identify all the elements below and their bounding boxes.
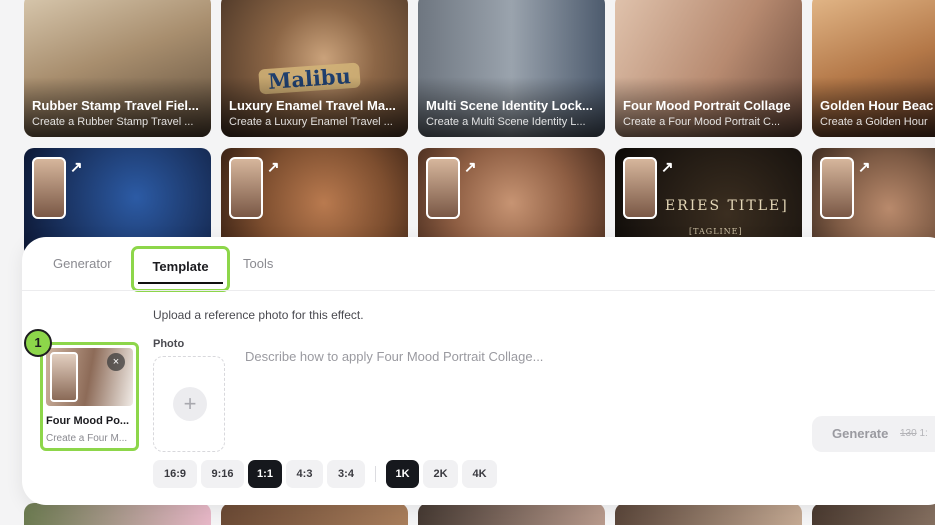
arrow-icon: ↗ <box>267 159 280 176</box>
photo-label: Photo <box>153 338 185 350</box>
resolution-2k-button[interactable]: 2K <box>423 460 458 488</box>
remove-template-button[interactable]: × <box>107 353 125 371</box>
template-card-four-mood[interactable]: Four Mood Portrait Collage Create a Four… <box>615 0 802 137</box>
generator-panel: Generator Template Tools Upload a refere… <box>22 237 935 505</box>
generate-cost: 130 1: <box>900 428 928 439</box>
card-subtitle: Create a Rubber Stamp Travel ... <box>32 116 194 128</box>
template-card[interactable] <box>24 503 211 525</box>
template-card-rubber-stamp[interactable]: Rubber Stamp Travel Fiel... Create a Rub… <box>24 0 211 137</box>
card-title: Golden Hour Beac <box>820 98 934 113</box>
aspect-4-3-button[interactable]: 4:3 <box>286 460 323 488</box>
template-card[interactable] <box>221 503 408 525</box>
template-card[interactable] <box>615 503 802 525</box>
card-subtitle: Create a Four Mood Portrait C... <box>623 116 781 128</box>
reference-thumbnail <box>50 352 78 402</box>
generate-label: Generate <box>832 426 889 441</box>
photo-upload-dropzone[interactable]: + <box>153 356 225 452</box>
plus-icon: + <box>173 387 207 421</box>
aspect-1-1-button[interactable]: 1:1 <box>248 460 282 488</box>
tab-divider <box>22 290 935 291</box>
card-title: Four Mood Portrait Collage <box>623 98 791 113</box>
card-subtitle: Create a Multi Scene Identity L... <box>426 116 586 128</box>
resolution-1k-button[interactable]: 1K <box>386 460 419 488</box>
card-subtitle: Create a Luxury Enamel Travel ... <box>229 116 393 128</box>
arrow-icon: ↗ <box>858 159 871 176</box>
arrow-icon: ↗ <box>661 159 674 176</box>
step-badge: 1 <box>24 329 52 357</box>
tab-tools[interactable]: Tools <box>243 256 273 271</box>
tab-template-label: Template <box>152 259 209 274</box>
arrow-icon: ↗ <box>70 159 83 176</box>
template-card[interactable] <box>812 503 935 525</box>
resolution-4k-button[interactable]: 4K <box>462 460 497 488</box>
template-card-luxury-enamel[interactable]: Malibu Luxury Enamel Travel Ma... Create… <box>221 0 408 137</box>
tab-template[interactable]: Template <box>131 246 230 292</box>
selected-template-card[interactable]: × Four Mood Po... Create a Four M... <box>40 342 139 451</box>
template-card[interactable] <box>418 503 605 525</box>
chip-separator <box>375 466 376 482</box>
reference-thumbnail <box>623 157 657 219</box>
aspect-16-9-button[interactable]: 16:9 <box>153 460 197 488</box>
reference-thumbnail <box>229 157 263 219</box>
upload-hint: Upload a reference photo for this effect… <box>153 308 364 322</box>
template-card-golden-hour[interactable]: Golden Hour Beac Create a Golden Hour <box>812 0 935 137</box>
arrow-icon: ↗ <box>464 159 477 176</box>
active-tab-underline <box>138 282 223 284</box>
template-card-multi-scene[interactable]: Multi Scene Identity Lock... Create a Mu… <box>418 0 605 137</box>
series-title-text: ERIES TITLE] <box>665 198 789 214</box>
old-cost: 130 <box>900 428 917 439</box>
new-cost: 1: <box>919 428 928 439</box>
reference-thumbnail <box>32 157 66 219</box>
tagline-text: [TAGLINE] <box>689 227 743 236</box>
card-title: Luxury Enamel Travel Ma... <box>229 98 396 113</box>
card-subtitle: Create a Golden Hour <box>820 116 928 128</box>
tab-generator[interactable]: Generator <box>53 256 112 271</box>
aspect-3-4-button[interactable]: 3:4 <box>327 460 365 488</box>
aspect-9-16-button[interactable]: 9:16 <box>201 460 244 488</box>
card-title: Rubber Stamp Travel Fiel... <box>32 98 199 113</box>
generate-button[interactable]: Generate 130 1: <box>812 416 935 452</box>
reference-thumbnail <box>820 157 854 219</box>
selected-template-subtitle: Create a Four M... <box>46 433 128 444</box>
selected-template-title: Four Mood Po... <box>46 415 130 427</box>
card-title: Multi Scene Identity Lock... <box>426 98 593 113</box>
prompt-input[interactable] <box>245 349 765 364</box>
reference-thumbnail <box>426 157 460 219</box>
